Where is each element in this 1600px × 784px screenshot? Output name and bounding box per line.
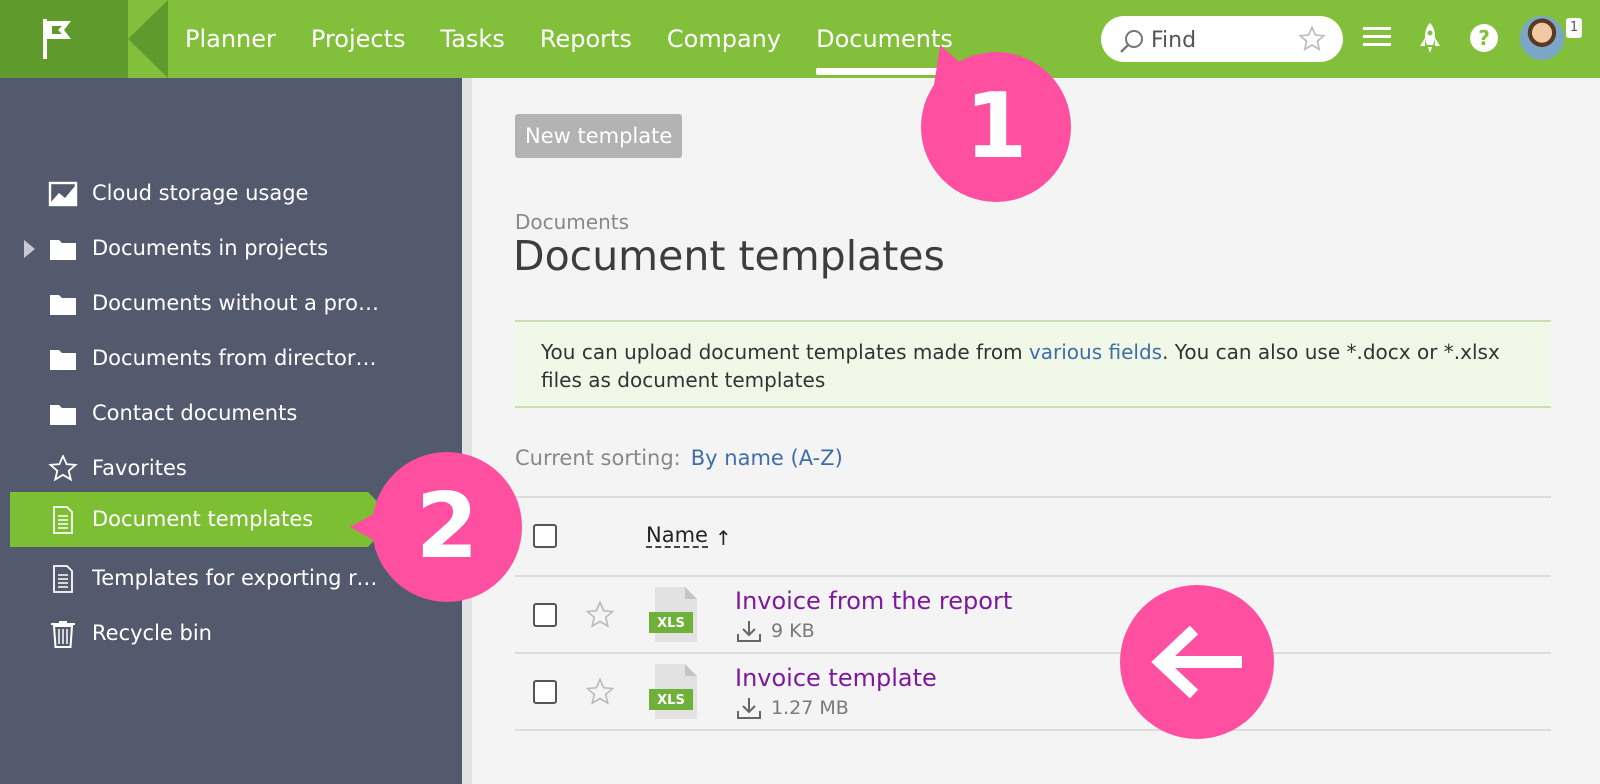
file-name-link[interactable]: Invoice template — [735, 664, 937, 692]
sidebar-item-label: Recycle bin — [92, 621, 212, 645]
table-header: Name ↑ — [515, 496, 1551, 575]
rocket-icon[interactable] — [1418, 22, 1442, 54]
folder-icon — [50, 350, 76, 370]
main-nav: Planner Projects Tasks Reports Company D… — [185, 0, 988, 78]
info-text-before: You can upload document templates made f… — [541, 340, 1029, 364]
sidebar-item-label: Cloud storage usage — [92, 181, 309, 205]
trash-icon — [51, 621, 75, 648]
download-icon[interactable] — [736, 696, 762, 720]
templates-table: Name ↑ XLS Invoice from the report 9 KB — [515, 496, 1551, 731]
sidebar-item-label: Favorites — [92, 456, 187, 480]
folder-icon — [50, 295, 76, 315]
folder-icon — [50, 405, 76, 425]
callout-badge-1: 1 — [921, 52, 1071, 202]
column-header-name[interactable]: Name — [646, 524, 708, 548]
document-icon — [53, 565, 73, 593]
select-all-checkbox[interactable] — [533, 524, 557, 548]
sorting-bar: Current sorting: By name (A-Z) — [515, 446, 843, 470]
sidebar-item-favorites[interactable]: Favorites — [10, 441, 368, 496]
user-avatar[interactable] — [1520, 16, 1564, 60]
chart-icon — [48, 181, 78, 207]
sidebar-item-label: Templates for exporting re… — [92, 566, 382, 590]
search-icon — [1120, 30, 1143, 53]
sidebar-item-label: Contact documents — [92, 401, 298, 425]
nav-planner[interactable]: Planner — [185, 0, 276, 78]
search-input[interactable] — [1149, 24, 1293, 56]
sorting-label: Current sorting: — [515, 446, 681, 470]
breadcrumb[interactable]: Documents — [515, 210, 629, 234]
sidebar: Cloud storage usage Documents in project… — [0, 78, 472, 784]
sidebar-item-documents-from-directories[interactable]: Documents from directories — [10, 331, 382, 386]
sidebar-item-recycle-bin[interactable]: Recycle bin — [10, 606, 368, 661]
nav-tasks[interactable]: Tasks — [441, 0, 505, 78]
various-fields-link[interactable]: various fields — [1029, 340, 1162, 364]
help-icon[interactable]: ? — [1469, 23, 1499, 53]
notification-count-badge: 1 — [1566, 18, 1582, 38]
row-checkbox[interactable] — [533, 603, 557, 627]
top-navigation-bar: Planner Projects Tasks Reports Company D… — [0, 0, 1600, 78]
nav-company[interactable]: Company — [667, 0, 781, 78]
sidebar-item-documents-in-projects[interactable]: Documents in projects — [10, 221, 368, 276]
file-size: 9 KB — [771, 620, 815, 642]
folder-icon — [50, 240, 76, 260]
favorite-star-icon[interactable] — [585, 600, 615, 630]
svg-text:?: ? — [1478, 26, 1490, 50]
favorite-star-icon[interactable] — [585, 677, 615, 707]
sidebar-divider — [462, 78, 472, 784]
page-title: Document templates — [513, 232, 945, 280]
row-checkbox[interactable] — [533, 680, 557, 704]
search-box — [1101, 16, 1343, 62]
callout-arrow-badge — [1120, 585, 1274, 739]
star-icon — [48, 455, 78, 482]
sort-ascending-icon[interactable]: ↑ — [715, 526, 732, 550]
sidebar-item-label: Documents from directories — [92, 346, 382, 370]
table-row: XLS Invoice template 1.27 MB — [515, 652, 1551, 731]
file-type-label: XLS — [657, 693, 685, 708]
sidebar-item-contact-documents[interactable]: Contact documents — [10, 386, 368, 441]
download-icon[interactable] — [736, 619, 762, 643]
callout-badge-2: 2 — [350, 452, 522, 602]
file-size: 1.27 MB — [771, 697, 849, 719]
new-template-button[interactable]: New template — [515, 114, 683, 158]
sidebar-item-documents-without-project[interactable]: Documents without a proj… — [10, 276, 382, 331]
sidebar-item-label: Documents in projects — [92, 236, 329, 260]
table-row: XLS Invoice from the report 9 KB — [515, 575, 1551, 652]
flag-logo-icon[interactable] — [40, 17, 74, 61]
nav-reports[interactable]: Reports — [540, 0, 632, 78]
file-type-label: XLS — [657, 616, 685, 631]
sorting-value-link[interactable]: By name (A-Z) — [691, 446, 843, 470]
menu-icon[interactable] — [1362, 22, 1392, 52]
sidebar-item-label: Documents without a proj… — [92, 291, 382, 315]
arrow-left-icon — [1151, 625, 1242, 699]
sidebar-item-label: Document templates — [92, 507, 314, 531]
document-icon — [53, 506, 73, 534]
logo-arrow — [128, 0, 168, 78]
favorite-star-icon[interactable] — [1298, 25, 1326, 53]
expand-arrow-icon[interactable] — [24, 240, 35, 258]
sidebar-item-templates-for-exporting[interactable]: Templates for exporting re… — [10, 551, 382, 606]
xls-file-icon: XLS — [649, 664, 697, 719]
sidebar-item-cloud-storage-usage[interactable]: Cloud storage usage — [10, 166, 368, 221]
sidebar-item-document-templates[interactable]: Document templates — [10, 492, 394, 547]
info-notice: You can upload document templates made f… — [515, 320, 1551, 408]
nav-projects[interactable]: Projects — [311, 0, 406, 78]
xls-file-icon: XLS — [649, 587, 697, 642]
file-name-link[interactable]: Invoice from the report — [735, 587, 1012, 615]
